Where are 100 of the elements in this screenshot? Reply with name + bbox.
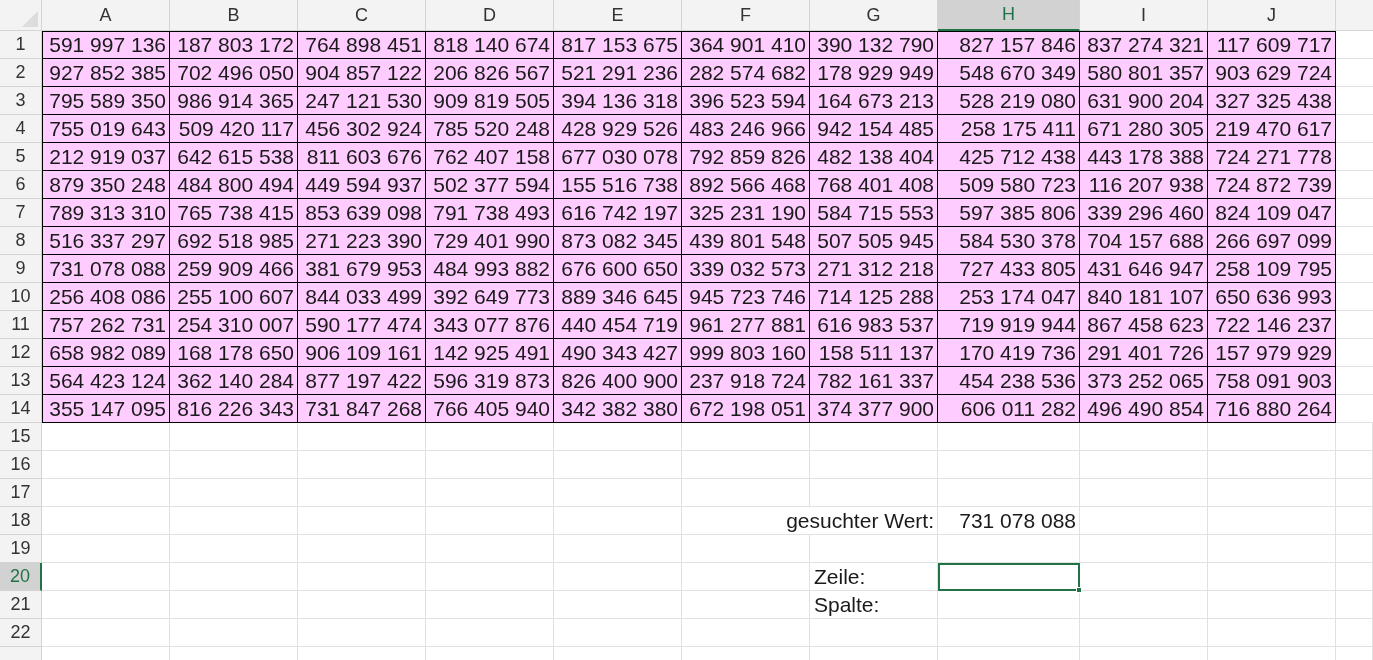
- empty-cell[interactable]: [426, 423, 554, 451]
- empty-cell[interactable]: [682, 619, 810, 647]
- row-header[interactable]: 5: [0, 143, 42, 171]
- empty-cell[interactable]: [554, 535, 682, 563]
- row-header[interactable]: 22: [0, 619, 42, 647]
- column-header[interactable]: B: [170, 0, 298, 31]
- empty-cell[interactable]: [1208, 423, 1336, 451]
- row-header[interactable]: 3: [0, 87, 42, 115]
- row-header[interactable]: 11: [0, 311, 42, 339]
- empty-cell[interactable]: [554, 507, 682, 535]
- empty-cell[interactable]: [1336, 479, 1373, 507]
- row-header[interactable]: 14: [0, 395, 42, 423]
- empty-cell[interactable]: [1336, 563, 1373, 591]
- empty-cell[interactable]: [170, 535, 298, 563]
- empty-cell[interactable]: [810, 451, 938, 479]
- empty-cell[interactable]: [938, 423, 1080, 451]
- empty-cell[interactable]: [298, 451, 426, 479]
- empty-cell[interactable]: [1080, 535, 1208, 563]
- empty-cell[interactable]: [170, 479, 298, 507]
- empty-cell[interactable]: [938, 619, 1080, 647]
- empty-cell[interactable]: [426, 619, 554, 647]
- empty-cell[interactable]: [298, 591, 426, 619]
- empty-cell[interactable]: [810, 479, 938, 507]
- empty-cell[interactable]: [682, 535, 810, 563]
- row-header[interactable]: 19: [0, 535, 42, 563]
- empty-cell[interactable]: [938, 591, 1080, 619]
- row-header[interactable]: 15: [0, 423, 42, 451]
- empty-cell[interactable]: [170, 563, 298, 591]
- column-header[interactable]: A: [42, 0, 170, 31]
- empty-cell[interactable]: [1080, 619, 1208, 647]
- empty-cell[interactable]: [682, 591, 810, 619]
- empty-cell[interactable]: [426, 591, 554, 619]
- empty-cell[interactable]: [298, 563, 426, 591]
- column-header[interactable]: J: [1208, 0, 1336, 31]
- fill-handle[interactable]: [1076, 587, 1082, 593]
- empty-cell[interactable]: [554, 619, 682, 647]
- empty-cell[interactable]: [1208, 591, 1336, 619]
- row-header[interactable]: 2: [0, 59, 42, 87]
- empty-cell[interactable]: [1208, 479, 1336, 507]
- row-header[interactable]: 18: [0, 507, 42, 535]
- empty-cell[interactable]: [298, 535, 426, 563]
- empty-cell[interactable]: [1208, 507, 1336, 535]
- empty-cell[interactable]: [1080, 479, 1208, 507]
- empty-cell[interactable]: [682, 451, 810, 479]
- empty-cell[interactable]: [938, 479, 1080, 507]
- empty-cell[interactable]: [170, 451, 298, 479]
- column-header[interactable]: H: [938, 0, 1080, 31]
- empty-cell[interactable]: [554, 591, 682, 619]
- empty-cell[interactable]: [1080, 423, 1208, 451]
- row-header[interactable]: 20: [0, 563, 42, 591]
- empty-cell[interactable]: [682, 479, 810, 507]
- row-header[interactable]: 17: [0, 479, 42, 507]
- empty-cell[interactable]: [1208, 451, 1336, 479]
- column-header[interactable]: C: [298, 0, 426, 31]
- empty-cell[interactable]: [682, 563, 810, 591]
- row-header[interactable]: 13: [0, 367, 42, 395]
- empty-cell[interactable]: [170, 423, 298, 451]
- row-header[interactable]: 12: [0, 339, 42, 367]
- empty-cell[interactable]: [810, 619, 938, 647]
- empty-cell[interactable]: [298, 507, 426, 535]
- empty-cell[interactable]: [810, 535, 938, 563]
- empty-cell[interactable]: [682, 423, 810, 451]
- empty-cell[interactable]: [554, 563, 682, 591]
- row-header[interactable]: 6: [0, 171, 42, 199]
- row-header[interactable]: 16: [0, 451, 42, 479]
- column-header[interactable]: F: [682, 0, 810, 31]
- empty-cell[interactable]: [1080, 507, 1208, 535]
- empty-cell[interactable]: [426, 507, 554, 535]
- select-all-button[interactable]: [0, 0, 42, 31]
- empty-cell[interactable]: [554, 479, 682, 507]
- empty-cell[interactable]: [426, 479, 554, 507]
- row-header[interactable]: 7: [0, 199, 42, 227]
- empty-cell[interactable]: [426, 451, 554, 479]
- empty-cell[interactable]: [298, 619, 426, 647]
- empty-cell[interactable]: [170, 619, 298, 647]
- row-header[interactable]: 21: [0, 591, 42, 619]
- row-header[interactable]: 8: [0, 227, 42, 255]
- empty-cell[interactable]: [554, 423, 682, 451]
- row-header[interactable]: 10: [0, 283, 42, 311]
- active-cell[interactable]: [938, 563, 1080, 591]
- empty-cell[interactable]: [298, 479, 426, 507]
- row-header[interactable]: 4: [0, 115, 42, 143]
- row-header[interactable]: 1: [0, 31, 42, 59]
- empty-cell[interactable]: [1208, 535, 1336, 563]
- column-header[interactable]: E: [554, 0, 682, 31]
- empty-cell[interactable]: [298, 423, 426, 451]
- empty-cell[interactable]: [1208, 563, 1336, 591]
- empty-cell[interactable]: [810, 423, 938, 451]
- empty-cell[interactable]: [1208, 619, 1336, 647]
- empty-cell[interactable]: [170, 591, 298, 619]
- empty-cell[interactable]: [170, 507, 298, 535]
- empty-cell[interactable]: [1336, 451, 1373, 479]
- empty-cell[interactable]: [1080, 451, 1208, 479]
- empty-cell[interactable]: [1336, 423, 1373, 451]
- empty-cell[interactable]: [426, 535, 554, 563]
- empty-cell[interactable]: [554, 451, 682, 479]
- column-header[interactable]: I: [1080, 0, 1208, 31]
- empty-cell[interactable]: [1336, 619, 1373, 647]
- empty-cell[interactable]: [1336, 591, 1373, 619]
- empty-cell[interactable]: [938, 451, 1080, 479]
